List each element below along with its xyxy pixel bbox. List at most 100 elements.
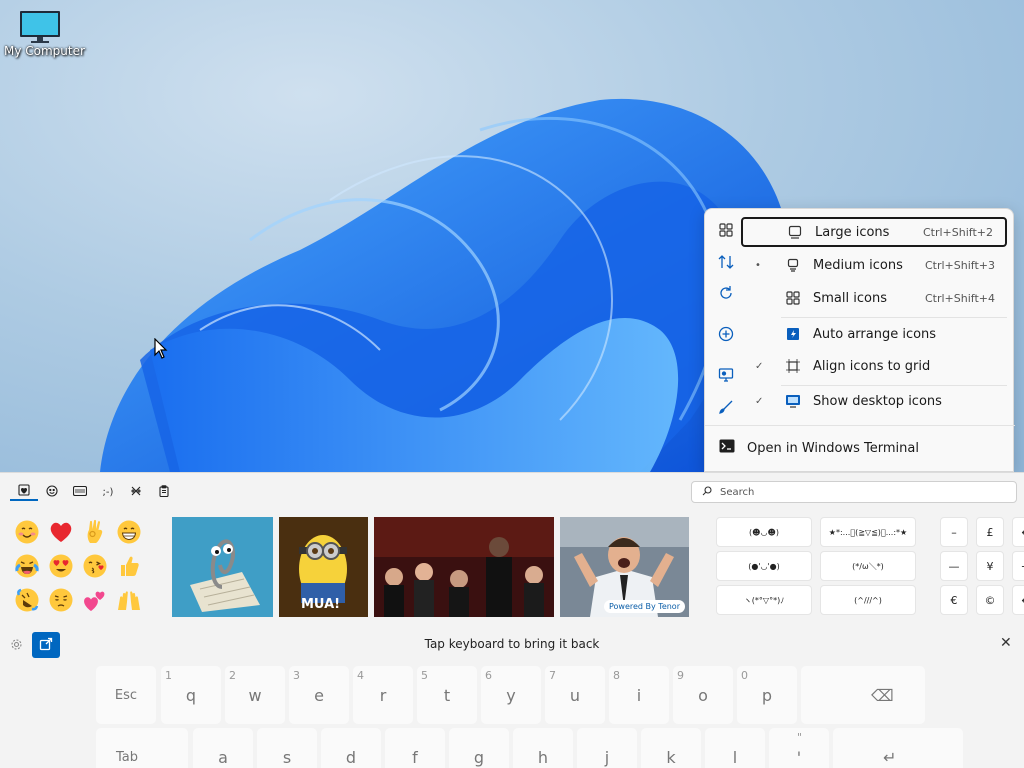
gif-caption: MUA! — [301, 597, 341, 612]
view-grid-icon[interactable] — [717, 221, 735, 239]
key-label: o — [698, 686, 708, 705]
symbol-item[interactable]: ↔ — [1012, 585, 1024, 615]
minion-gif[interactable]: MUA! — [279, 517, 368, 617]
key-h[interactable]: h — [513, 728, 573, 768]
view-submenu: Large icons Ctrl+Shift+2 • Medium icons … — [741, 215, 1009, 425]
key-label: r — [379, 686, 387, 705]
tab-favorites[interactable] — [10, 483, 38, 501]
refresh-icon[interactable] — [717, 284, 735, 302]
tab-emoji[interactable] — [38, 483, 66, 501]
menu-item-label: Align icons to grid — [813, 358, 931, 374]
key-tab[interactable]: Tab — [96, 728, 188, 768]
menu-item-medium-icons[interactable]: • Medium icons Ctrl+Shift+3 — [741, 250, 1007, 280]
symbol-item[interactable]: £ — [976, 517, 1004, 547]
menu-item-align-to-grid[interactable]: ✓ Align icons to grid — [741, 351, 1007, 381]
key-o[interactable]: 9 o — [673, 666, 733, 724]
key-esc[interactable]: Esc — [96, 666, 156, 724]
symbol-item[interactable]: – — [940, 517, 968, 547]
tab-clipboard[interactable] — [150, 483, 178, 501]
symbol-item[interactable]: — — [940, 551, 968, 581]
key-t[interactable]: 5 t — [417, 666, 477, 724]
symbol-item[interactable]: → — [1012, 551, 1024, 581]
key-u[interactable]: 7 u — [545, 666, 605, 724]
sort-icon[interactable] — [717, 253, 735, 271]
red-heart-emoji[interactable] — [44, 515, 78, 549]
rofl-face-emoji[interactable] — [10, 583, 44, 617]
heart-eyes-emoji[interactable] — [44, 549, 78, 583]
symbol-item[interactable]: € — [940, 585, 968, 615]
tab-gif[interactable] — [66, 483, 94, 501]
two-hearts-emoji[interactable] — [78, 583, 112, 617]
key-hint: 1 — [165, 669, 172, 682]
grinning-face-emoji[interactable] — [112, 515, 146, 549]
kaomoji-item[interactable]: ★*:...ﾟ(≧▽≦)ﾟ...:*★ — [820, 517, 916, 547]
key-label: f — [412, 748, 418, 767]
key-label: h — [537, 748, 549, 767]
menu-item-open-terminal[interactable]: Open in Windows Terminal — [719, 439, 919, 457]
key-j[interactable]: j — [577, 728, 637, 768]
display-settings-icon[interactable] — [717, 366, 735, 384]
joy-face-emoji[interactable] — [10, 549, 44, 583]
kissing-face-emoji[interactable] — [78, 549, 112, 583]
clippy-gif[interactable] — [172, 517, 273, 617]
key-backspace[interactable]: ⌫ — [801, 666, 925, 724]
cheering-gif[interactable]: Powered By Tenor — [560, 517, 689, 617]
symbols-grid: – £ ← — ¥ → € © ↔ — [940, 517, 1024, 615]
key-label: k — [666, 748, 676, 767]
menu-item-small-icons[interactable]: Small icons Ctrl+Shift+4 — [741, 283, 1007, 313]
menu-separator — [781, 317, 1007, 318]
key-enter[interactable]: ↵ — [833, 728, 963, 768]
tab-symbols[interactable] — [122, 483, 150, 501]
key-i[interactable]: 8 i — [609, 666, 669, 724]
my-computer-shortcut[interactable]: My Computer — [4, 10, 85, 58]
key-d[interactable]: d — [321, 728, 381, 768]
awards-gif[interactable] — [374, 517, 554, 617]
symbol-item[interactable]: ← — [1012, 517, 1024, 547]
key-l[interactable]: l — [705, 728, 765, 768]
key-e[interactable]: 3 e — [289, 666, 349, 724]
key-hint: 2 — [229, 669, 236, 682]
kaomoji-icon: ;-) — [102, 486, 114, 498]
terminal-icon — [719, 439, 735, 457]
key-label: j — [604, 748, 610, 767]
kaomoji-item[interactable]: (*/ω＼*) — [820, 551, 916, 581]
smiling-face-emoji[interactable] — [10, 515, 44, 549]
key-q[interactable]: 1 q — [161, 666, 221, 724]
new-item-icon[interactable] — [717, 325, 735, 343]
key-k[interactable]: k — [641, 728, 701, 768]
emoji-panel-tabs: ;-) — [10, 483, 178, 501]
clipboard-icon — [158, 484, 170, 500]
key-hint: 4 — [357, 669, 364, 682]
menu-item-show-desktop-icons[interactable]: ✓ Show desktop icons — [741, 386, 1007, 416]
symbol-item[interactable]: ¥ — [976, 551, 1004, 581]
kaomoji-item[interactable]: ヽ(*°▽°*)ﾉ — [716, 585, 812, 615]
key-s[interactable]: s — [257, 728, 317, 768]
key-f[interactable]: f — [385, 728, 445, 768]
tab-kaomoji[interactable]: ;-) — [94, 483, 122, 501]
key-p[interactable]: 0 p — [737, 666, 797, 724]
key-g[interactable]: g — [449, 728, 509, 768]
key-y[interactable]: 6 y — [481, 666, 541, 724]
kaomoji-item[interactable]: (☻◡☻) — [716, 517, 812, 547]
thumbs-up-emoji[interactable] — [112, 549, 146, 583]
personalize-brush-icon[interactable] — [717, 398, 735, 416]
emoji-panel: ;-) Search MUA! Powered By Tenor (☻◡☻) ★… — [0, 472, 1024, 632]
key-label: g — [473, 748, 485, 767]
menu-item-auto-arrange[interactable]: Auto arrange icons — [741, 319, 1007, 349]
menu-item-shortcut: Ctrl+Shift+2 — [922, 225, 993, 239]
raised-hands-emoji[interactable] — [112, 583, 146, 617]
emoji-search-input[interactable]: Search — [691, 481, 1017, 503]
kaomoji-item[interactable]: (●'◡'●) — [716, 551, 812, 581]
key-w[interactable]: 2 w — [225, 666, 285, 724]
pensive-face-emoji[interactable] — [44, 583, 78, 617]
key-r[interactable]: 4 r — [353, 666, 413, 724]
menu-item-shortcut: Ctrl+Shift+4 — [924, 291, 995, 305]
key-a[interactable]: a — [193, 728, 253, 768]
kaomoji-item[interactable]: (^///^) — [820, 585, 916, 615]
close-icon[interactable]: ✕ — [1000, 635, 1012, 651]
key-apostrophe[interactable]: " ' — [769, 728, 829, 768]
ok-hand-emoji[interactable] — [78, 515, 112, 549]
mouse-cursor-icon — [154, 337, 168, 363]
menu-item-large-icons[interactable]: Large icons Ctrl+Shift+2 — [741, 217, 1007, 247]
symbol-item[interactable]: © — [976, 585, 1004, 615]
